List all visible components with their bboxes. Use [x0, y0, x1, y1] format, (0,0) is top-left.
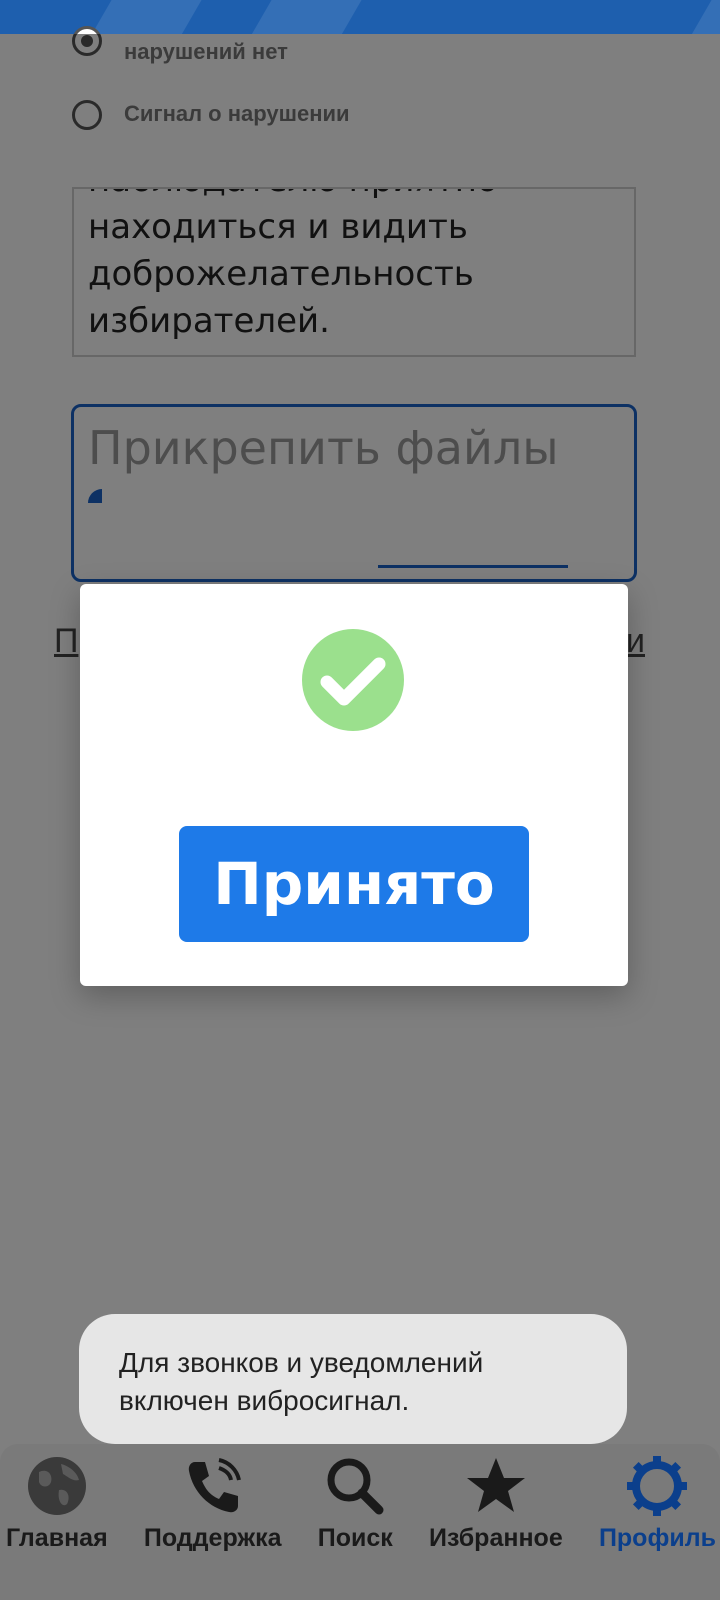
nav-label: Избранное: [428, 1524, 563, 1552]
success-dialog: Принято: [80, 584, 628, 986]
nav-label: Поиск: [317, 1524, 393, 1552]
nav-label: Поддержка: [143, 1524, 282, 1552]
nav-label: Главная: [6, 1524, 108, 1552]
bottom-navigation: Главная Поддержка Поиск Избранное Профил…: [0, 1444, 720, 1600]
toast-notification: Для звонков и уведомлений включен виброс…: [79, 1314, 627, 1444]
nav-item-favorites[interactable]: Избранное: [429, 1444, 563, 1553]
phone-icon: [188, 1458, 241, 1513]
nav-item-search[interactable]: Поиск: [318, 1444, 393, 1553]
toast-line: включен вибросигнал.: [119, 1385, 410, 1416]
nav-item-profile[interactable]: Профиль: [599, 1444, 716, 1553]
nav-item-home[interactable]: Главная: [6, 1444, 108, 1553]
gear-icon: [627, 1456, 688, 1516]
nav-item-support[interactable]: Поддержка: [144, 1444, 282, 1553]
nav-label: Профиль: [598, 1524, 716, 1552]
globe-icon: [27, 1457, 86, 1515]
star-icon: [466, 1458, 525, 1512]
toast-line: Для звонков и уведомлений: [119, 1347, 484, 1378]
search-icon: [327, 1458, 384, 1515]
check-circle-icon: [302, 629, 404, 731]
accept-button[interactable]: Принято: [179, 826, 529, 942]
